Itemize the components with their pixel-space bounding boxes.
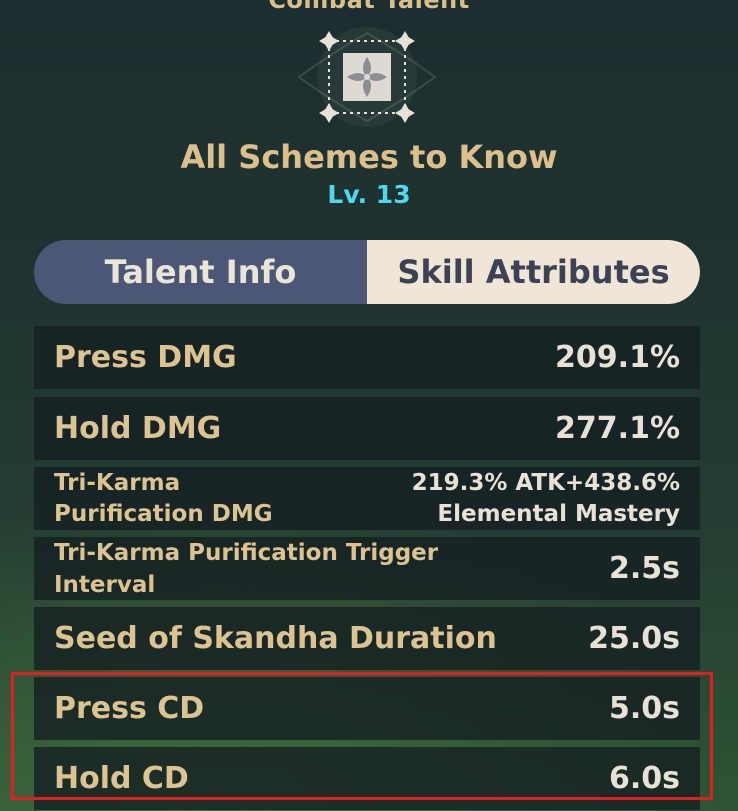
attribute-value-line: 219.3% ATK+438.6% (411, 469, 680, 496)
attribute-row-hold-cd: Hold CD 6.0s (34, 747, 700, 810)
attribute-label: Hold DMG (54, 411, 222, 446)
attribute-label-line: Tri-Karma (54, 469, 181, 496)
attribute-row-trigger-interval: Tri-Karma Purification Trigger Interval … (34, 537, 700, 600)
attribute-row-press-dmg: Press DMG 209.1% (34, 326, 700, 389)
tab-bar: Talent Info Skill Attributes (34, 240, 700, 304)
attribute-row-press-cd: Press CD 5.0s (34, 677, 700, 740)
attribute-value-line: Elemental Mastery (437, 500, 680, 527)
talent-emblem-icon (297, 27, 437, 127)
attribute-label: Tri-Karma Purification Trigger Interval (54, 537, 438, 601)
attribute-value: 2.5s (608, 551, 680, 586)
attribute-label: Press DMG (54, 340, 237, 375)
attribute-label-line: Purification DMG (54, 500, 273, 527)
attribute-label: Press CD (54, 691, 205, 726)
tab-talent-info[interactable]: Talent Info (34, 240, 367, 304)
attribute-label-line: Tri-Karma Purification Trigger (54, 539, 439, 566)
talent-category-title: Combat Talent (268, 0, 470, 14)
attribute-value: 277.1% (555, 411, 680, 446)
attribute-row-seed-duration: Seed of Skandha Duration 25.0s (34, 607, 700, 670)
attribute-value: 209.1% (555, 340, 680, 375)
attribute-label-line: Interval (54, 571, 156, 598)
attribute-row-tri-karma-dmg: Tri-Karma Purification DMG 219.3% ATK+43… (34, 467, 700, 530)
attribute-value: 25.0s (588, 621, 680, 656)
skill-level: Lv. 13 (327, 180, 411, 209)
attribute-value: 6.0s (608, 761, 680, 796)
attribute-value: 219.3% ATK+438.6% Elemental Mastery (412, 468, 680, 530)
skill-name: All Schemes to Know (180, 138, 558, 176)
attribute-value: 5.0s (608, 691, 680, 726)
attribute-label: Tri-Karma Purification DMG (54, 468, 273, 530)
attribute-row-hold-dmg: Hold DMG 277.1% (34, 397, 700, 460)
tab-skill-attributes[interactable]: Skill Attributes (367, 240, 700, 304)
attribute-label: Seed of Skandha Duration (54, 621, 497, 656)
attribute-label: Hold CD (54, 761, 189, 796)
